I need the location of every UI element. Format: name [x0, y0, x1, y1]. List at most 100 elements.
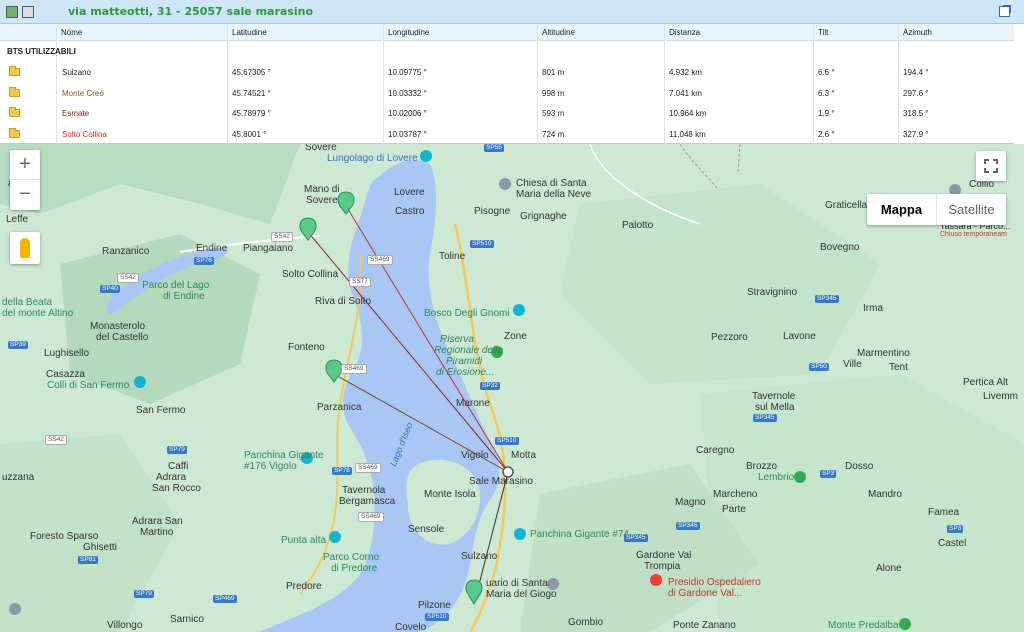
group-label: BTS UTILIZZABILI: [7, 47, 76, 56]
table-row[interactable]: Solto Collina 45.8001 ° 10.03787 ° 724 m…: [0, 124, 1014, 144]
road-badge: SP81: [78, 556, 98, 564]
folder-icon[interactable]: [9, 107, 20, 117]
folder-icon[interactable]: [9, 66, 20, 76]
map-type-satellite-button[interactable]: Satellite: [937, 194, 1006, 225]
table-row[interactable]: Esmate 45.78979 ° 10.02006 ° 593 m 10.96…: [0, 103, 1014, 123]
fullscreen-icon: [983, 158, 999, 174]
road-badge: SP50: [809, 363, 829, 371]
row-tilt: 2.6 °: [818, 130, 835, 139]
place-label: Gombio: [568, 617, 604, 628]
map-canvas[interactable]: Sovere Lungolago di Lovere Mano di Sover…: [0, 144, 1024, 632]
place-label: Bovegno: [820, 242, 860, 253]
road-badge: SP510: [425, 613, 449, 621]
place-label: uario di Santa: [486, 578, 548, 589]
place-label: uzzana: [2, 472, 35, 483]
street-view-pegman[interactable]: [10, 232, 40, 264]
external-link-icon[interactable]: [999, 5, 1011, 17]
road-badge: SS42: [271, 232, 293, 242]
row-name: Solto Collina: [62, 130, 107, 139]
row-lat: 45.74521 °: [232, 89, 271, 98]
map-icon[interactable]: [6, 5, 18, 18]
row-name: Sulzano: [62, 68, 91, 77]
place-label: Irma: [863, 303, 883, 314]
bts-pin-monte-creo[interactable]: [326, 360, 342, 382]
row-lon: 10.03787 °: [388, 130, 427, 139]
col-nome[interactable]: Nome: [61, 28, 82, 37]
row-lat: 45.67305 °: [232, 68, 271, 77]
place-label: Tavernola: [342, 485, 386, 496]
place-label: Bergamasca: [339, 496, 396, 507]
place-label: sul Mella: [755, 402, 795, 413]
row-azimuth: 297.6 °: [903, 89, 929, 98]
place-label: Adrara: [156, 472, 187, 483]
row-dist: 10.964 km: [669, 109, 707, 118]
place-label: Toline: [439, 251, 466, 262]
place-label: Vigolo: [461, 450, 489, 461]
place-label: Predore: [286, 581, 322, 592]
col-distanza[interactable]: Distanza: [669, 28, 700, 37]
row-lat: 45.8001 °: [232, 130, 267, 139]
place-label: Alone: [876, 563, 902, 574]
place-label: Dosso: [845, 461, 874, 472]
place-label: Lavone: [783, 331, 816, 342]
row-lon: 10.09775 °: [388, 68, 427, 77]
place-label: Lovere: [394, 187, 425, 198]
place-label: Presidio Ospedaliero: [668, 577, 761, 588]
place-label: Fonteno: [288, 342, 325, 353]
place-label: Foresto Sparso: [30, 531, 99, 542]
place-label: Bosco Degli Gnomi: [424, 308, 510, 319]
zoom-out-button[interactable]: −: [10, 180, 40, 210]
road-badge: SS469: [367, 255, 393, 265]
place-label: Brozzo: [746, 461, 778, 472]
place-label: Regionale delle: [434, 345, 503, 356]
table-row[interactable]: Monte Creò 45.74521 ° 10.03332 ° 998 m 7…: [0, 83, 1014, 103]
place-label: San Fermo: [136, 405, 186, 416]
road-badge: SP345: [815, 295, 839, 303]
place-label: Adrara San: [132, 516, 183, 527]
place-label: di Gardone Val...: [668, 588, 743, 599]
col-azimuth[interactable]: Azimuth: [903, 28, 932, 37]
folder-icon[interactable]: [9, 128, 20, 138]
place-label: Trompia: [644, 561, 681, 572]
road-badge: SS469: [341, 364, 367, 374]
print-icon[interactable]: [22, 5, 34, 18]
place-label: Pezzoro: [711, 332, 748, 343]
row-azimuth: 318.5 °: [903, 109, 929, 118]
bts-pin-sulzano[interactable]: [466, 580, 482, 602]
place-label: Tent: [889, 362, 908, 373]
place-label: Graticella: [825, 200, 868, 211]
road-badge: SS42: [45, 435, 67, 445]
place-label: Mano di: [304, 184, 340, 195]
road-badge: SS469: [355, 463, 381, 473]
map-type-map-button[interactable]: Mappa: [867, 194, 937, 225]
row-dist: 4.932 km: [669, 68, 702, 77]
pegman-icon: [20, 238, 30, 258]
place-label: del Castello: [96, 332, 149, 343]
col-tilt[interactable]: Tilt: [818, 28, 828, 37]
place-label: Lungolago di Lovere: [327, 153, 418, 164]
place-label: del monte Altino: [2, 308, 74, 319]
road-badge: SP345: [676, 522, 700, 530]
place-label: #176 Vigolo: [244, 461, 297, 472]
row-azimuth: 327.9 °: [903, 130, 929, 139]
folder-icon[interactable]: [9, 87, 20, 97]
road-badge: SP469: [213, 595, 237, 603]
place-label: Lembrio: [758, 472, 795, 483]
bts-pin-esmate[interactable]: [300, 218, 316, 240]
place-label: Maria della Neve: [516, 189, 592, 200]
place-label: Marone: [456, 398, 490, 409]
table-row[interactable]: Sulzano 45.67305 ° 10.09775 ° 801 m 4.93…: [0, 62, 1014, 82]
place-label: Sulzano: [461, 551, 498, 562]
top-bar: via matteotti, 31 - 25057 sale marasino: [0, 0, 1024, 24]
road-badge: SS77: [349, 277, 371, 287]
place-label: Monte Isola: [424, 489, 476, 500]
place-label: Mandro: [868, 489, 902, 500]
zoom-in-button[interactable]: +: [10, 150, 40, 180]
row-azimuth: 194.4 °: [903, 68, 929, 77]
place-label: Livemm: [983, 391, 1019, 402]
bts-pin-solto-collina[interactable]: [338, 192, 354, 214]
col-longitudine[interactable]: Longitudine: [388, 28, 429, 37]
fullscreen-button[interactable]: [976, 151, 1006, 181]
col-altitudine[interactable]: Altitudine: [542, 28, 575, 37]
col-latitudine[interactable]: Latitudine: [232, 28, 267, 37]
